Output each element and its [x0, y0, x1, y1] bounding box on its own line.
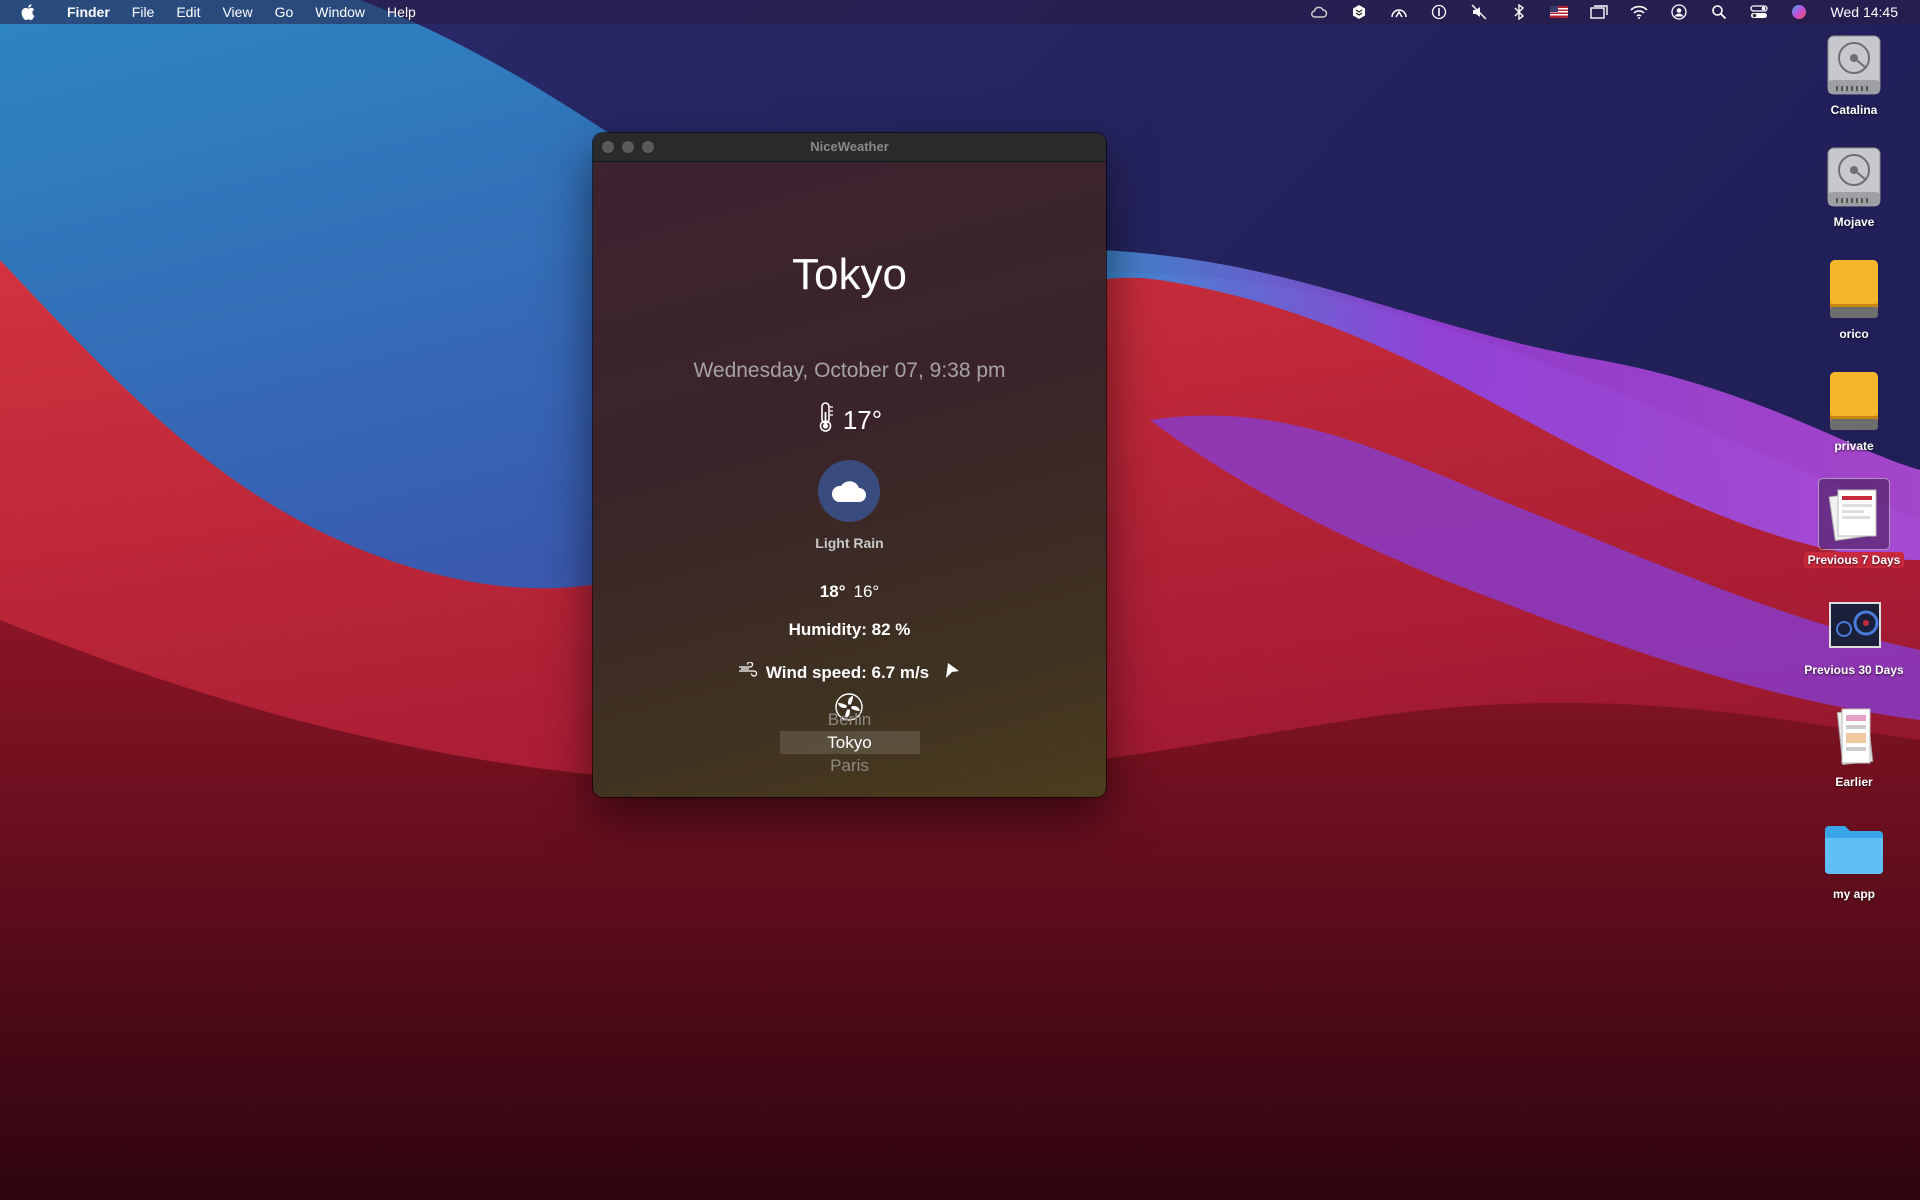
- desktop-icon-label: Catalina: [1830, 103, 1878, 117]
- screenshot-stack-icon: [1819, 590, 1889, 660]
- mute-icon[interactable]: [1470, 3, 1488, 21]
- wifi-icon[interactable]: [1629, 3, 1648, 21]
- control-center-icon[interactable]: [1749, 3, 1768, 21]
- menu-edit[interactable]: Edit: [165, 0, 211, 24]
- desktop-icon-label: Previous 7 Days: [1803, 552, 1905, 568]
- low-temperature: 16°: [853, 582, 880, 601]
- folder-icon: [1819, 814, 1889, 884]
- siri-icon[interactable]: [1790, 3, 1808, 21]
- desktop-icon-label: private: [1834, 439, 1874, 453]
- password-icon[interactable]: [1430, 3, 1448, 21]
- creative-cloud-icon[interactable]: [1310, 3, 1328, 21]
- cloud-icon: [818, 460, 880, 522]
- screens-icon[interactable]: [1589, 3, 1608, 21]
- desktop-icon-private[interactable]: private: [1799, 366, 1909, 455]
- high-low-row: 18° 16°: [593, 582, 1106, 602]
- desktop-icon-catalina[interactable]: Catalina: [1799, 30, 1909, 119]
- date-time: Wednesday, October 07, 9:38 pm: [693, 359, 1006, 382]
- city-option-paris[interactable]: Paris: [780, 754, 920, 777]
- desktop-icon-earlier[interactable]: Earlier: [1799, 702, 1909, 791]
- search-icon[interactable]: [1710, 3, 1728, 21]
- wind-icon: [738, 661, 758, 683]
- dropbox-icon[interactable]: [1350, 3, 1368, 21]
- thermometer-icon: [817, 402, 835, 439]
- humidity-label: Humidity: 82 %: [788, 620, 911, 639]
- desktop-icon-label: orico: [1839, 327, 1869, 341]
- menu-finder[interactable]: Finder: [56, 0, 121, 24]
- high-temperature: 18°: [819, 582, 846, 601]
- hard-disk-icon: [1819, 30, 1889, 100]
- external-drive-icon: [1819, 254, 1889, 324]
- external-drive-icon: [1819, 366, 1889, 436]
- hard-disk-icon: [1819, 142, 1889, 212]
- desktop-icon-label: my app: [1832, 887, 1875, 901]
- desktop-icon-mojave[interactable]: Mojave: [1799, 142, 1909, 231]
- window-titlebar[interactable]: NiceWeather: [593, 133, 1106, 162]
- temperature-value: 17°: [842, 405, 883, 435]
- niceweather-window: NiceWeather Tokyo Wednesday, October 07,…: [593, 133, 1106, 797]
- desktop-icon-label: Earlier: [1835, 775, 1873, 789]
- menu-file[interactable]: File: [121, 0, 166, 24]
- menu-go[interactable]: Go: [264, 0, 305, 24]
- weather-condition: Light Rain: [815, 535, 884, 551]
- wind-direction-icon: [943, 661, 961, 684]
- input-flag-icon[interactable]: [1549, 3, 1568, 21]
- window-title: NiceWeather: [810, 139, 889, 154]
- menu-clock[interactable]: Wed 14:45: [1831, 4, 1898, 20]
- city-option-berlin[interactable]: Berlin: [780, 708, 920, 731]
- desktop-icon-previous-7-days[interactable]: Previous 7 Days: [1799, 478, 1909, 569]
- menu-view[interactable]: View: [211, 0, 263, 24]
- vpn-icon[interactable]: [1390, 3, 1408, 21]
- city-name: Tokyo: [792, 250, 907, 299]
- desktop-icon-previous-30-days[interactable]: Previous 30 Days: [1799, 590, 1909, 679]
- user-icon[interactable]: [1670, 3, 1688, 21]
- screenshot-stack-icon: [1819, 702, 1889, 772]
- bluetooth-icon[interactable]: [1510, 3, 1528, 21]
- screenshot-stack-icon: [1818, 478, 1890, 550]
- desktop-icon-my-app[interactable]: my app: [1799, 814, 1909, 903]
- menu-help[interactable]: Help: [376, 0, 427, 24]
- menu-window[interactable]: Window: [304, 0, 376, 24]
- menu-bar: Finder File Edit View Go Window Help Wed…: [0, 0, 1920, 24]
- temperature-row: 17°: [593, 402, 1106, 439]
- apple-icon[interactable]: [18, 0, 38, 24]
- desktop-icon-label: Previous 30 Days: [1804, 663, 1904, 677]
- city-picker[interactable]: Berlin Tokyo Paris: [593, 708, 1106, 777]
- city-option-tokyo[interactable]: Tokyo: [779, 731, 920, 754]
- desktop-icon-label: Mojave: [1833, 215, 1875, 229]
- wind-speed: Wind speed: 6.7 m/s: [765, 662, 930, 682]
- desktop-icon-orico[interactable]: orico: [1799, 254, 1909, 343]
- wind-row: Wind speed: 6.7 m/s: [593, 661, 1106, 684]
